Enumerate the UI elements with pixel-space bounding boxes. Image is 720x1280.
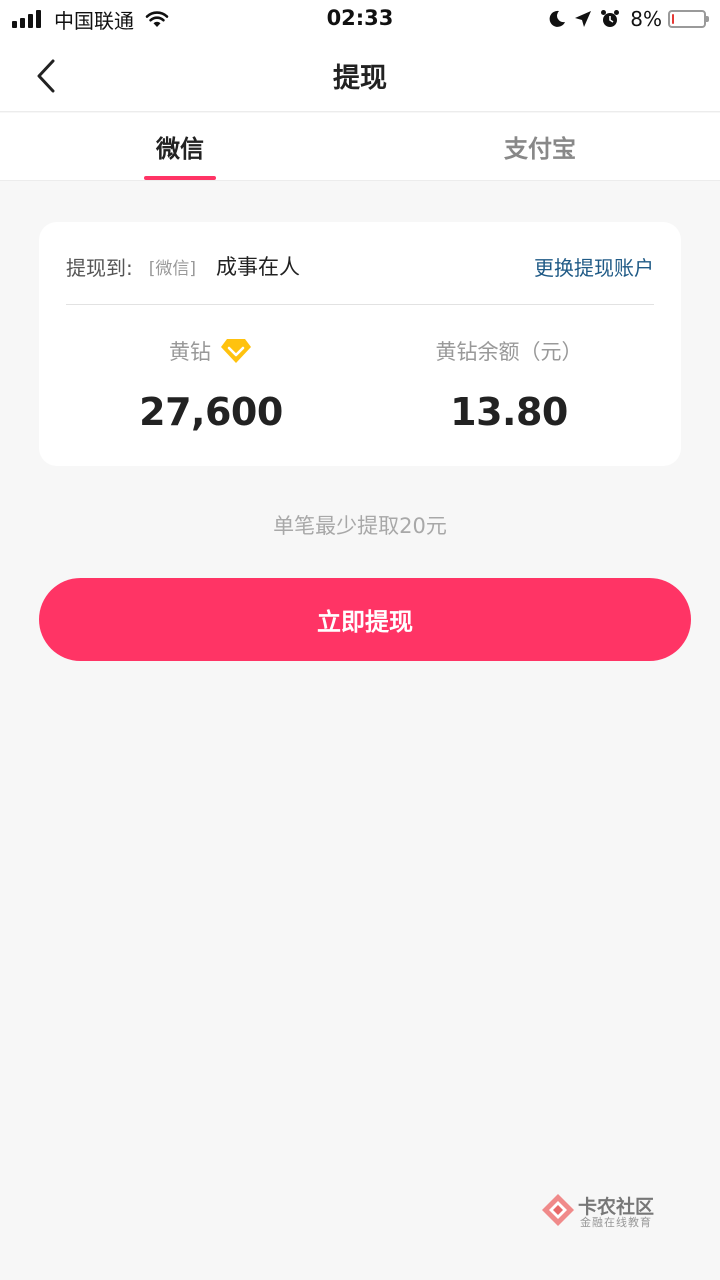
minimum-withdraw-note: 单笔最少提取20元 (273, 514, 447, 538)
balance-label: 黄钻余额（元） (435, 340, 583, 364)
balance-value: 13.80 (450, 390, 568, 434)
tab-wechat[interactable]: 微信 (0, 113, 360, 181)
tab-bar: 微信 支付宝 (0, 113, 720, 181)
page-title: 提现 (333, 63, 387, 94)
diamond-stat: 黄钻 27,600 (61, 334, 361, 434)
account-name: 成事在人 (216, 255, 301, 279)
tab-alipay[interactable]: 支付宝 (360, 113, 720, 181)
diamond-label: 黄钻 (169, 340, 211, 364)
withdraw-card: 提现到: [微信] 成事在人 更换提现账户 黄钻 27,600 黄钻余额（元） … (39, 222, 681, 466)
diamond-label-row: 黄钻 (61, 334, 361, 368)
yellow-diamond-icon (219, 337, 253, 365)
kanong-logo-icon (540, 1192, 576, 1232)
battery-percent: 8% (630, 7, 662, 31)
watermark: 卡农社区 金融在线教育 (540, 1192, 680, 1232)
watermark-subtitle: 金融在线教育 (580, 1216, 652, 1229)
account-row: 提现到: [微信] 成事在人 更换提现账户 (66, 250, 654, 282)
diamond-value: 27,600 (139, 390, 283, 434)
balance-label-row: 黄钻余额（元） (359, 334, 659, 368)
withdraw-now-button[interactable]: 立即提现 (39, 578, 691, 661)
battery-icon (668, 10, 709, 28)
location-arrow-icon (574, 10, 592, 28)
account-type: [微信] (148, 258, 197, 279)
change-account-link[interactable]: 更换提现账户 (534, 252, 654, 281)
tab-wechat-label: 微信 (156, 135, 204, 163)
battery-fill (672, 14, 674, 24)
status-bar: 中国联通 02:33 8% (0, 0, 720, 40)
tab-alipay-label: 支付宝 (504, 135, 576, 163)
status-right: 8% (540, 6, 709, 32)
nav-bar: 提现 (0, 40, 720, 112)
active-tab-indicator (144, 176, 216, 180)
divider (66, 304, 654, 305)
alarm-icon (600, 9, 620, 29)
moon-icon (548, 10, 566, 28)
balance-stat: 黄钻余额（元） 13.80 (359, 334, 659, 434)
account-label: 提现到: (66, 255, 133, 280)
